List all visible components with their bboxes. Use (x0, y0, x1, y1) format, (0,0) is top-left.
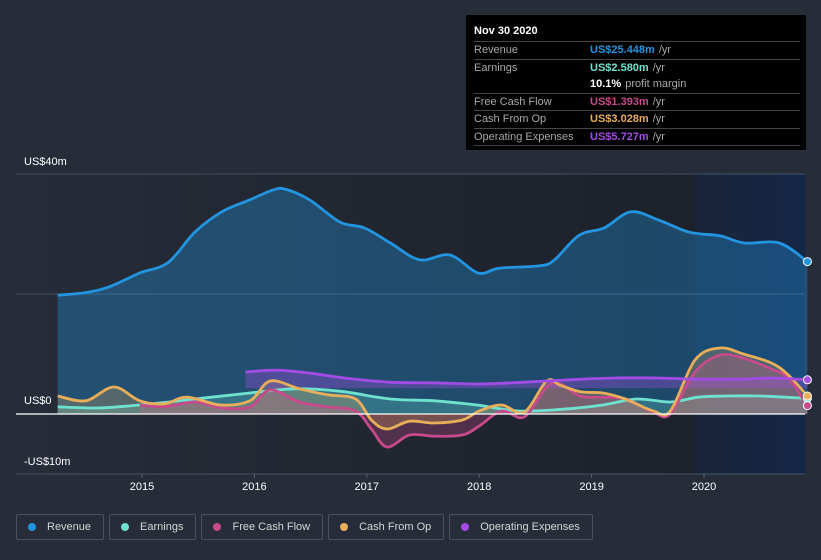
legend-dot-icon (340, 523, 349, 531)
y-tick-label: US$40m (24, 156, 67, 168)
x-tick-label: 2019 (579, 481, 604, 493)
legend-label: Operating Expenses (480, 521, 580, 533)
tooltip-row: Revenue US$25.448m/yr (474, 42, 800, 60)
x-tick-label: 2015 (129, 481, 155, 493)
cash-from-op-endpoint[interactable] (802, 391, 812, 401)
legend-dot-icon (28, 523, 36, 531)
legend-label: Cash From Op (359, 521, 432, 533)
tooltip-label: Revenue (474, 44, 519, 56)
free-cash-flow-endpoint[interactable] (802, 401, 812, 411)
y-tick-label: US$0 (24, 395, 52, 407)
legend: Revenue Earnings Free Cash Flow Cash From O… (16, 514, 593, 540)
tooltip-row: Operating Expenses US$5.727m/yr (474, 129, 800, 146)
tooltip-row: 10.1% profit margin (474, 76, 800, 94)
legend-item-revenue[interactable]: Revenue (16, 514, 105, 540)
tooltip-value: 10.1% (590, 78, 622, 90)
revenue-endpoint[interactable] (802, 257, 812, 267)
tooltip-row: Cash From Op US$3.028m/yr (474, 111, 800, 129)
tooltip-label: Cash From Op (474, 113, 547, 125)
x-tick-label: 2018 (466, 481, 492, 493)
legend-label: Revenue (47, 521, 92, 533)
tooltip-value: US$3.028m (590, 113, 649, 125)
operating-expenses-endpoint[interactable] (802, 375, 812, 385)
tooltip-unit: /yr (658, 44, 672, 56)
x-tick-label: 2016 (242, 481, 267, 493)
x-tick-label: 2020 (691, 481, 717, 493)
tooltip-unit: /yr (652, 113, 665, 125)
tooltip-value: US$2.580m (590, 61, 649, 74)
tooltip-value: US$25.448m (590, 44, 655, 56)
legend-label: Free Cash Flow (232, 521, 311, 533)
tooltip-label: Operating Expenses (474, 130, 574, 143)
legend-item-earnings[interactable]: Earnings (109, 514, 197, 540)
x-tick-label: 2017 (354, 481, 380, 493)
legend-dot-icon (121, 523, 130, 531)
tooltip-label: Earnings (474, 61, 518, 74)
legend-dot-icon (213, 523, 222, 531)
legend-item-operating-expenses[interactable]: Operating Expenses (449, 514, 593, 540)
tooltip-date: Nov 30 2020 (474, 21, 800, 42)
y-tick-label: -US$10m (24, 456, 71, 468)
tooltip-row: Free Cash Flow US$1.393m/yr (474, 94, 800, 111)
legend-item-free-cash-flow[interactable]: Free Cash Flow (201, 514, 324, 540)
tooltip-label (474, 76, 590, 93)
tooltip-unit: /yr (652, 95, 665, 108)
tooltip: Nov 30 2020 Revenue US$25.448m/yr Earnings… (466, 15, 806, 150)
tooltip-unit: profit margin (625, 78, 687, 90)
tooltip-row: Earnings US$2.580m/yr (474, 60, 800, 77)
tooltip-label: Free Cash Flow (474, 95, 552, 108)
tooltip-unit: /yr (652, 130, 665, 143)
tooltip-value: US$1.393m (590, 95, 649, 108)
legend-item-cash-from-op[interactable]: Cash From Op (328, 514, 445, 540)
legend-dot-icon (461, 523, 470, 531)
legend-label: Earnings (140, 521, 184, 533)
tooltip-value: US$5.727m (590, 130, 649, 143)
tooltip-unit: /yr (652, 61, 665, 74)
